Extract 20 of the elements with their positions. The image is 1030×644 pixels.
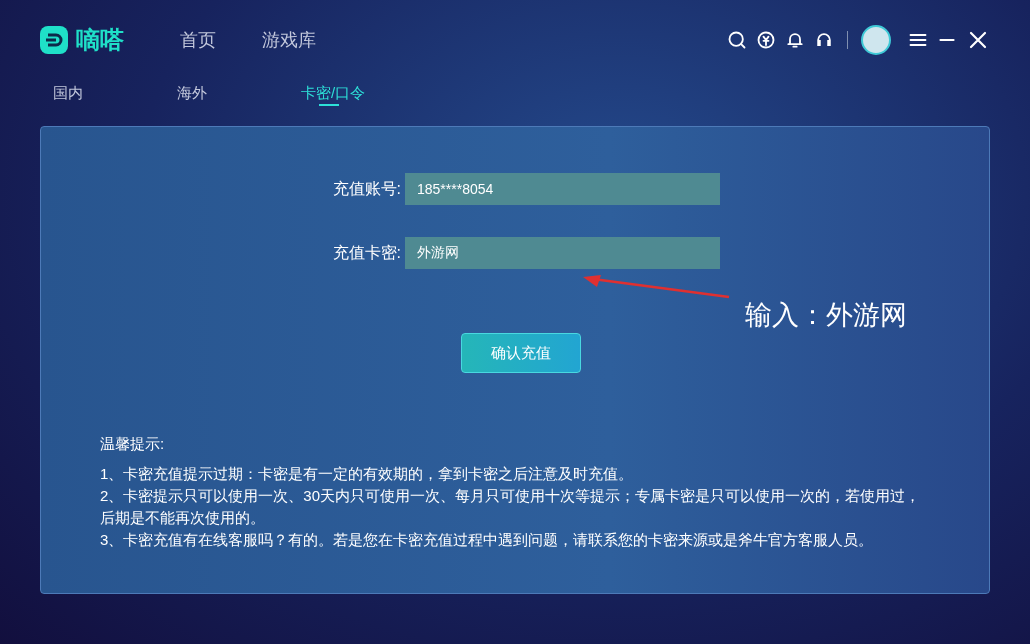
subtab[interactable]: 卡密/口令 <box>301 80 366 106</box>
note-text: 1、卡密充值提示过期：卡密是有一定的有效期的，拿到卡密之后注意及时充值。 <box>100 464 635 484</box>
logo-icon <box>40 26 68 54</box>
search-icon[interactable] <box>727 30 747 50</box>
annotation-text: 输入：外游网 <box>745 299 907 332</box>
yuan-icon[interactable] <box>756 30 776 50</box>
logo-text: 嘀嗒 <box>76 25 124 55</box>
note-text: 2、卡密提示只可以使用一次、30天内只可使用一次、每月只可使用十次等提示；专属卡密是只可以使用一次的，若使用过，后期是不能再次使用的。 <box>100 486 922 528</box>
bell-icon[interactable] <box>785 30 805 50</box>
field-label: 充值卡密: <box>331 243 402 263</box>
subtab[interactable]: 海外 <box>177 80 207 106</box>
note-text: 3、卡密充值有在线客服吗？有的。若是您在卡密充值过程中遇到问题，请联系您的卡密来源或是斧牛官方客服人员。 <box>100 530 875 550</box>
input-field[interactable]: 185****8054 <box>405 173 720 205</box>
nav-tab[interactable]: 游戏库 <box>262 26 316 54</box>
notes-title: 温馨提示: <box>100 434 166 454</box>
input-field[interactable]: 外游网 <box>405 237 720 269</box>
avatar[interactable] <box>861 25 891 55</box>
subtab[interactable]: 国内 <box>53 80 83 106</box>
field-label: 充值账号: <box>331 179 402 199</box>
nav-tab[interactable]: 首页 <box>180 26 216 54</box>
